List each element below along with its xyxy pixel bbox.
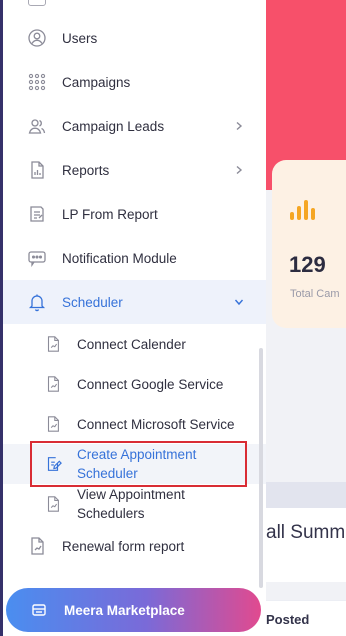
sidebar-scrollbar[interactable] <box>259 348 263 588</box>
submenu-item-label: Connect Calender <box>77 336 186 352</box>
sidebar: Users Campaigns Campaign Leads Reports L… <box>0 0 266 636</box>
stat-card[interactable]: 129 Total Cam <box>272 160 346 328</box>
users-icon <box>27 28 47 48</box>
marketplace-label: Meera Marketplace <box>64 602 185 618</box>
document-chart-icon <box>43 494 63 514</box>
sidebar-item-label: Reports <box>62 162 110 178</box>
stat-value: 129 <box>289 252 326 277</box>
sidebar-item-campaigns[interactable]: Campaigns <box>3 60 266 104</box>
chevron-down-icon <box>232 295 246 309</box>
document-chart-icon <box>43 414 63 434</box>
report-icon <box>27 536 47 556</box>
sidebar-item-label: LP From Report <box>62 206 158 222</box>
table-header-posted[interactable]: Posted <box>266 612 309 627</box>
sidebar-item-users[interactable]: Users <box>3 16 266 60</box>
sidebar-item-scheduler[interactable]: Scheduler <box>3 280 266 324</box>
bell-icon <box>27 292 47 312</box>
sidebar-item-notification-module[interactable]: Notification Module <box>3 236 266 280</box>
partial-menu-icon <box>28 0 46 6</box>
message-icon <box>27 248 47 268</box>
sidebar-item-label: Users <box>62 30 98 46</box>
summary-header <box>266 508 346 582</box>
sidebar-item-campaign-leads[interactable]: Campaign Leads <box>3 104 266 148</box>
sidebar-item-label: Campaigns <box>62 74 131 90</box>
dashboard-panel: 129 Total Cam all Summ Posted <box>266 0 346 636</box>
sidebar-item-renewal-form-report[interactable]: Renewal form report <box>3 524 266 568</box>
submenu-item-label: Create Appointment Scheduler <box>77 447 197 481</box>
document-chart-icon <box>43 334 63 354</box>
grid-dots-icon <box>27 72 47 92</box>
submenu-item-create-appointment-scheduler[interactable]: Create Appointment Scheduler <box>3 444 266 484</box>
marketplace-button[interactable]: Meera Marketplace <box>6 588 261 632</box>
sidebar-item-label: Renewal form report <box>62 538 185 554</box>
stat-label: Total Cam <box>290 288 340 300</box>
sidebar-item-label: Notification Module <box>62 250 177 266</box>
submenu-item-label: View Appointment Schedulers <box>77 487 185 521</box>
sidebar-item-label: Scheduler <box>62 294 123 310</box>
summary-title: all Summ <box>266 522 346 543</box>
edit-document-icon <box>43 454 63 474</box>
submenu-item-connect-microsoft-service[interactable]: Connect Microsoft Service <box>3 404 266 444</box>
chevron-right-icon <box>232 119 246 133</box>
chevron-right-icon <box>232 163 246 177</box>
submenu-item-label: Connect Google Service <box>77 376 224 392</box>
document-chart-icon <box>43 374 63 394</box>
submenu-item-connect-google-service[interactable]: Connect Google Service <box>3 364 266 404</box>
submenu-item-view-appointment-schedulers[interactable]: View Appointment Schedulers <box>3 484 266 524</box>
bar-chart-icon <box>290 200 315 220</box>
submenu-item-connect-calender[interactable]: Connect Calender <box>3 324 266 364</box>
sidebar-item-reports[interactable]: Reports <box>3 148 266 192</box>
lp-report-icon <box>27 204 47 224</box>
store-icon <box>30 601 48 619</box>
sidebar-item-lp-from-report[interactable]: LP From Report <box>3 192 266 236</box>
leads-icon <box>27 116 47 136</box>
sidebar-item-label: Campaign Leads <box>62 118 165 134</box>
submenu-item-label: Connect Microsoft Service <box>77 416 235 432</box>
report-icon <box>27 160 47 180</box>
